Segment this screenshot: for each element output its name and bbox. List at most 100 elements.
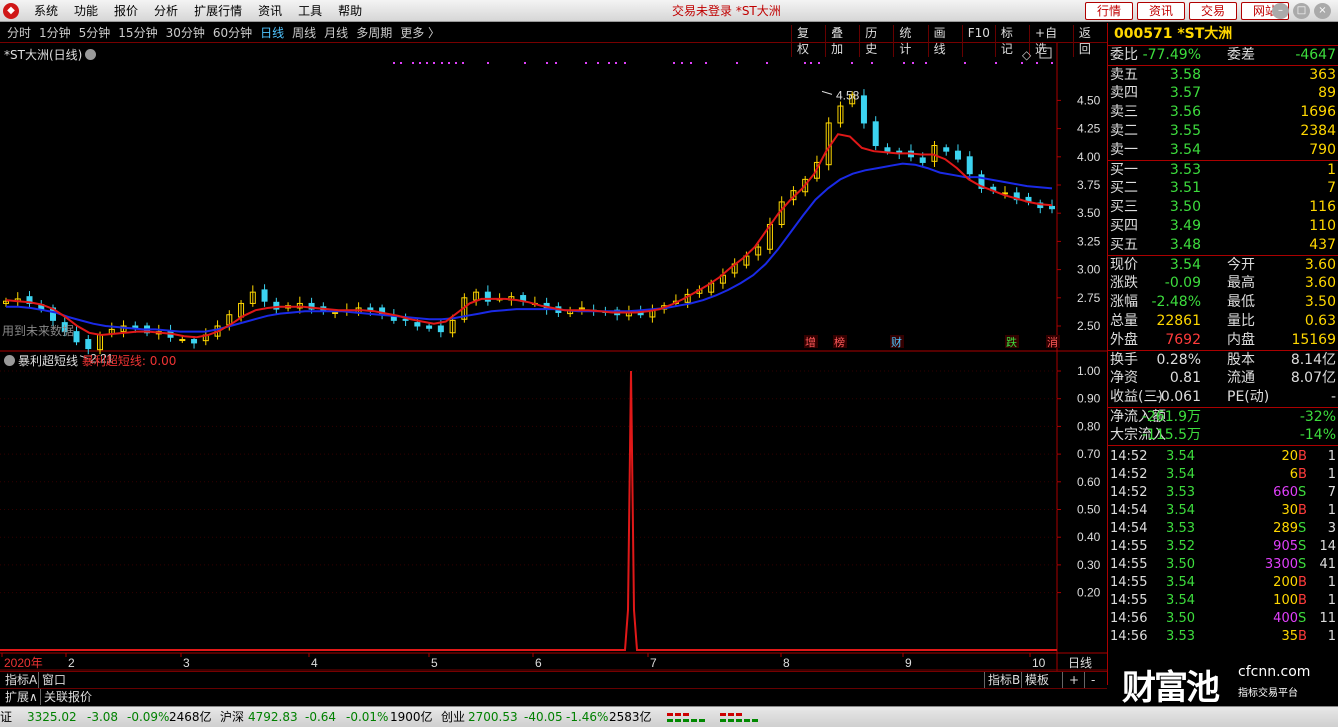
sh-index-value: 3325.02 xyxy=(27,710,77,724)
period-label: 日线 xyxy=(1068,656,1092,670)
period-tab[interactable]: 分时 xyxy=(3,25,35,41)
quote-row: 买二 3.51 7 xyxy=(1108,179,1338,198)
stat-value: -0.09 xyxy=(1164,275,1201,291)
fund-label: PE(动) xyxy=(1227,389,1270,405)
zoom-in-button[interactable]: + xyxy=(1062,672,1085,688)
watermark-site: cfcnn.com xyxy=(1238,664,1311,680)
menu-item-quote[interactable]: 报价 xyxy=(106,3,146,19)
period-toolbar: 分时 1分钟 5分钟 15分钟 30分钟 60分钟 日线 周线 月线 多周期 更多 〉 复权 叠加 历史… xyxy=(0,23,1107,57)
market-button[interactable]: 行情 xyxy=(1085,2,1133,20)
menu-item-function[interactable]: 功能 xyxy=(66,3,106,19)
tick-volume: 30 xyxy=(1281,503,1298,518)
stat-value: 3.60 xyxy=(1304,275,1336,291)
ind-y-tick-label: 0.40 xyxy=(1077,530,1101,544)
high-marker xyxy=(821,90,833,95)
period-tab[interactable]: 多周期 xyxy=(352,25,396,41)
period-tab[interactable]: 60分钟 xyxy=(209,25,256,41)
weibi-label: 委比 xyxy=(1110,47,1138,63)
tab-template[interactable]: 模板 xyxy=(1021,672,1052,688)
weicha-label: 委差 xyxy=(1227,47,1255,63)
tick-direction: B xyxy=(1298,449,1307,464)
tick-price: 3.53 xyxy=(1166,521,1195,536)
maximize-icon[interactable]: □ xyxy=(1293,3,1310,19)
stat-label: 外盘 xyxy=(1110,332,1138,348)
ma-slow-line xyxy=(6,162,1053,333)
diamond-icon: ◇ xyxy=(1022,48,1032,62)
candle-body xyxy=(872,121,879,147)
x-tick-label: 2020年 xyxy=(4,656,43,670)
news-button[interactable]: 资讯 xyxy=(1137,2,1185,20)
tab-indicator-a[interactable]: 指标A xyxy=(2,672,40,688)
period-tab[interactable]: 日线 xyxy=(256,25,288,41)
indicator-title: 暴利超短线 暴利超短线: 0.00 xyxy=(4,352,176,369)
stat-value: 22861 xyxy=(1156,313,1201,329)
tick-count: 3 xyxy=(1327,521,1336,536)
indicator-name[interactable]: 暴利超短线 xyxy=(18,354,78,368)
y-tick-label: 4.25 xyxy=(1077,122,1101,136)
minimize-icon[interactable]: – xyxy=(1272,3,1289,19)
menu-item-ext-market[interactable]: 扩展行情 xyxy=(186,3,250,19)
candle-body xyxy=(426,325,433,329)
tick-time: 14:52 xyxy=(1110,485,1148,500)
candle-body xyxy=(261,289,268,302)
signal-dot xyxy=(964,62,966,64)
app-window: ◆ 系统 功能 报价 分析 扩展行情 资讯 工具 帮助 交易未登录 *ST大洲 … xyxy=(0,0,1338,727)
tick-count: 1 xyxy=(1327,575,1336,590)
signal-dot xyxy=(903,62,905,64)
bid-level-label: 买四 xyxy=(1110,218,1138,234)
period-tab[interactable]: 1分钟 xyxy=(35,25,75,41)
stat-label: 今开 xyxy=(1227,257,1255,273)
close-icon[interactable]: × xyxy=(1314,3,1331,19)
zoom-out-button[interactable]: - xyxy=(1084,672,1101,688)
menu-item-system[interactable]: 系统 xyxy=(26,3,66,19)
y-tick-label: 3.75 xyxy=(1077,178,1101,192)
chevron-down-icon[interactable] xyxy=(4,355,15,366)
period-tab[interactable]: 5分钟 xyxy=(75,25,115,41)
stat-label: 内盘 xyxy=(1227,332,1255,348)
quote-row: 收益(三) -0.061 PE(动) - xyxy=(1108,388,1338,407)
tab-indicator-b[interactable]: 指标B xyxy=(984,672,1023,688)
menu-item-news[interactable]: 资讯 xyxy=(250,3,290,19)
period-tab[interactable]: 30分钟 xyxy=(162,25,209,41)
period-tab[interactable]: 15分钟 xyxy=(114,25,161,41)
trade-button[interactable]: 交易 xyxy=(1189,2,1237,20)
period-tab[interactable]: 周线 xyxy=(288,25,320,41)
stat-label: 最高 xyxy=(1227,275,1255,291)
signal-dot xyxy=(455,62,457,64)
chevron-down-icon[interactable] xyxy=(85,49,97,60)
fund-label: 股本 xyxy=(1227,352,1255,368)
candle-body xyxy=(919,157,926,163)
period-tab[interactable]: 更多 〉 xyxy=(396,25,444,41)
ask-level-label: 卖三 xyxy=(1110,104,1138,120)
x-tick-label: 4 xyxy=(311,656,318,670)
signal-dot xyxy=(995,62,997,64)
tick-volume: 660 xyxy=(1273,485,1298,500)
x-tick-label: 5 xyxy=(431,656,438,670)
fund-label: 流通 xyxy=(1227,370,1255,386)
tab-window[interactable]: 窗口 xyxy=(38,672,69,688)
menu-item-tools[interactable]: 工具 xyxy=(290,3,330,19)
tick-time: 14:56 xyxy=(1110,629,1148,644)
period-tab[interactable]: 月线 xyxy=(320,25,352,41)
signal-dot xyxy=(871,62,873,64)
ask-level-label: 卖四 xyxy=(1110,85,1138,101)
tab-related-quotes[interactable]: 关联报价 xyxy=(40,689,95,705)
fund-label: 换手 xyxy=(1110,352,1138,368)
tick-count: 41 xyxy=(1319,557,1336,572)
signal-dot xyxy=(673,62,675,64)
ind-y-tick-label: 0.50 xyxy=(1077,503,1101,517)
tick-price: 3.54 xyxy=(1166,593,1195,608)
quote-row: 卖五 3.58 363 xyxy=(1108,65,1338,84)
tab-expand[interactable]: 扩展∧ xyxy=(2,689,41,705)
stat-label: 涨幅 xyxy=(1110,294,1138,310)
watermark-brand: 财富池 xyxy=(1122,668,1220,708)
tick-volume: 6 xyxy=(1289,467,1298,482)
menu-item-help[interactable]: 帮助 xyxy=(330,3,370,19)
event-label: 财 xyxy=(891,335,902,349)
title-bar: ◆ 系统 功能 报价 分析 扩展行情 资讯 工具 帮助 交易未登录 *ST大洲 … xyxy=(0,0,1338,22)
watermark: 财富池 cfcnn.com 指标交易平台 xyxy=(1110,658,1338,708)
signal-dot xyxy=(419,62,421,64)
menu-item-analysis[interactable]: 分析 xyxy=(146,3,186,19)
stat-value: 3.60 xyxy=(1304,257,1336,273)
tick-row: 14:52 3.54 20 B 1 xyxy=(1108,448,1338,466)
